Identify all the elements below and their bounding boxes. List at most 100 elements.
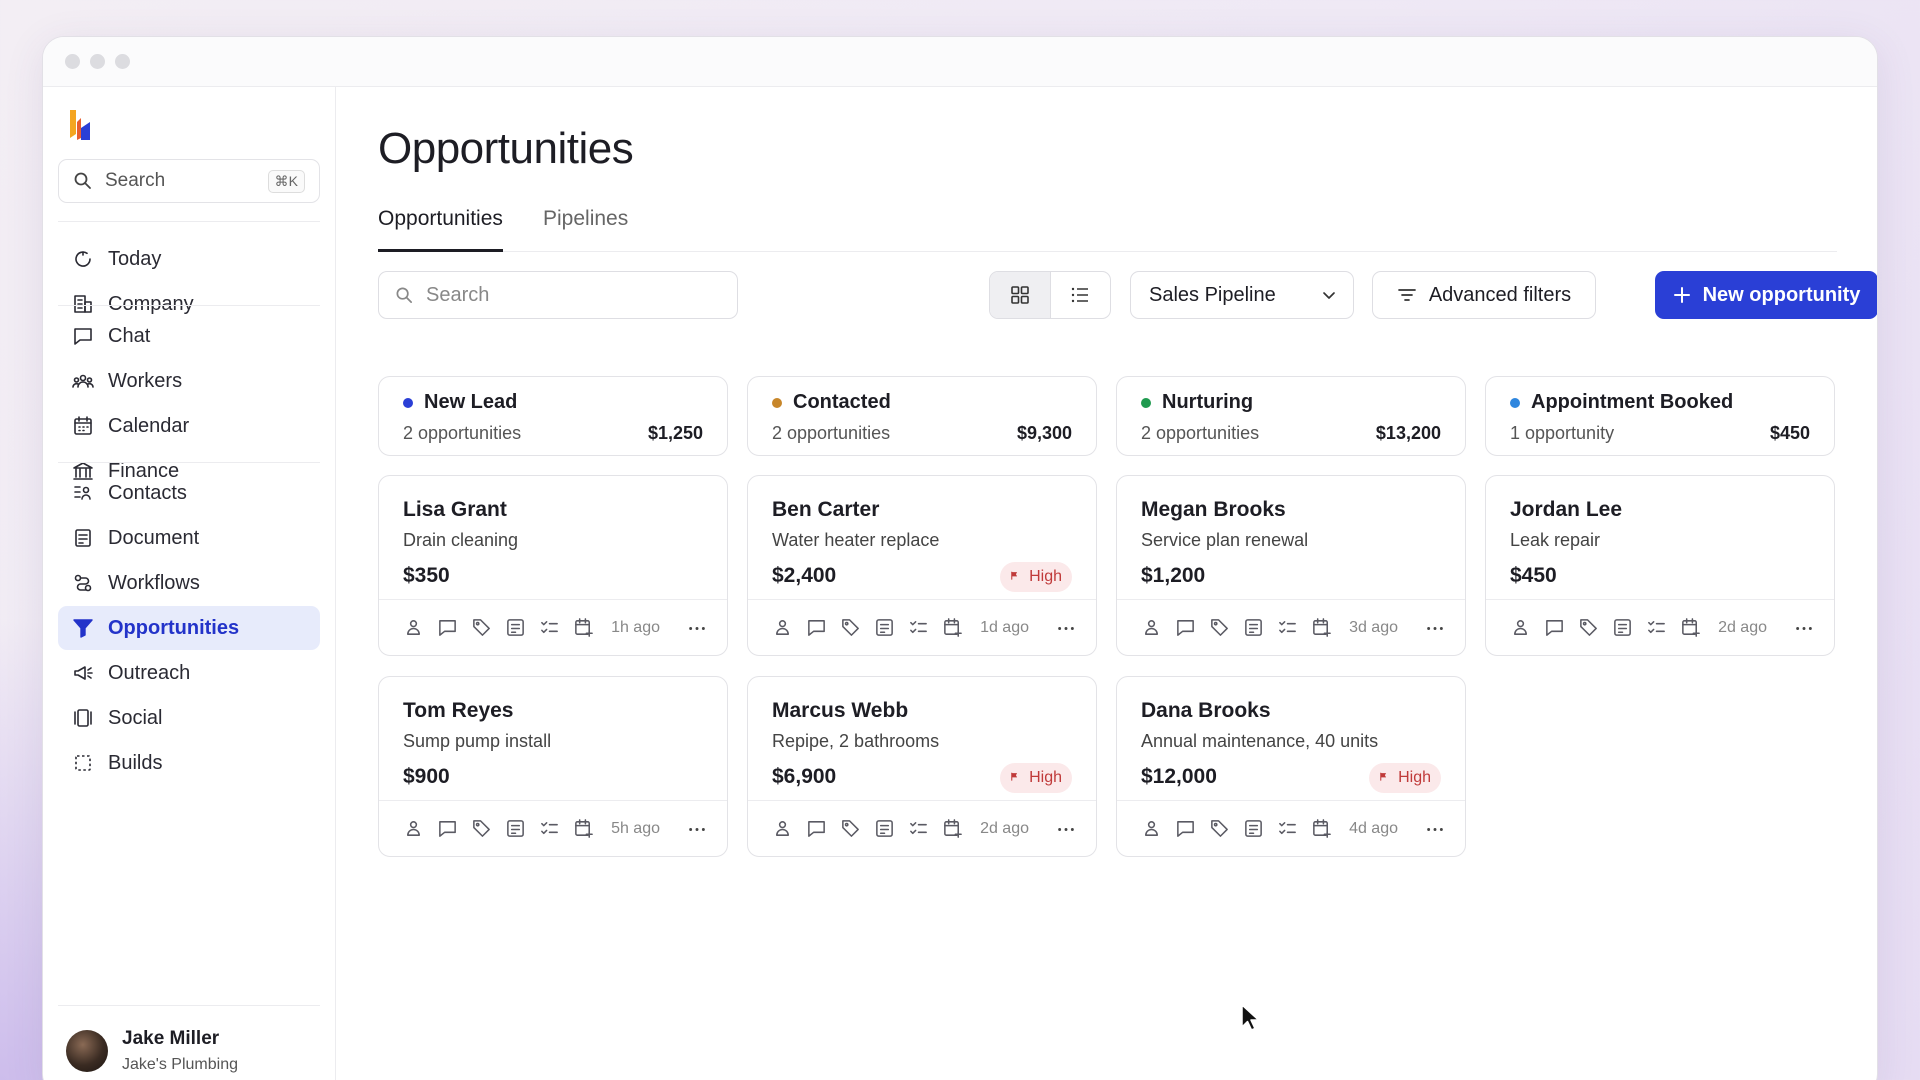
opportunity-card[interactable]: Lisa Grant Drain cleaning $350 1h ago	[378, 475, 728, 656]
checklist-action-button[interactable]	[1277, 818, 1298, 839]
person-action-button[interactable]	[1510, 617, 1531, 638]
advanced-filters-button[interactable]: Advanced filters	[1372, 271, 1596, 319]
sidebar-item-document[interactable]: Document	[58, 516, 320, 560]
note-action-button[interactable]	[1243, 617, 1264, 638]
person-action-button[interactable]	[1141, 617, 1162, 638]
stage-header-contacted[interactable]: Contacted 2 opportunities $9,300	[747, 376, 1097, 456]
card-timestamp: 5h ago	[611, 819, 660, 837]
comment-action-button[interactable]	[1175, 617, 1196, 638]
calendar-add-icon	[1682, 618, 1700, 637]
pipeline-select-value: Sales Pipeline	[1149, 283, 1276, 306]
grid-view-button[interactable]	[990, 272, 1051, 318]
opportunity-card[interactable]: Megan Brooks Service plan renewal $1,200 3d…	[1116, 475, 1466, 656]
comment-action-button[interactable]	[806, 617, 827, 638]
stage-header-nurturing[interactable]: Nurturing 2 opportunities $13,200	[1116, 376, 1466, 456]
stage-total: $450	[1769, 423, 1810, 443]
sidebar-item-workflows[interactable]: Workflows	[58, 561, 320, 605]
tab-opportunities[interactable]: Opportunities	[378, 207, 503, 252]
note-action-button[interactable]	[505, 617, 526, 638]
person-action-button[interactable]	[403, 617, 424, 638]
sidebar-item-contacts[interactable]: Contacts	[58, 471, 320, 515]
checklist-action-button[interactable]	[539, 617, 560, 638]
card-more-button[interactable]	[687, 618, 707, 638]
window-minimize-dot[interactable]	[90, 54, 105, 69]
comment-action-button[interactable]	[806, 818, 827, 839]
card-more-button[interactable]	[687, 819, 707, 839]
sidebar-item-outreach[interactable]: Outreach	[58, 651, 320, 695]
checklist-action-button[interactable]	[908, 617, 929, 638]
list-view-button[interactable]	[1051, 272, 1111, 318]
tab-pipelines[interactable]: Pipelines	[543, 207, 628, 252]
card-more-button[interactable]	[1425, 618, 1445, 638]
sidebar-item-calendar[interactable]: Calendar	[58, 404, 320, 448]
tag-action-button[interactable]	[1578, 617, 1599, 638]
tag-action-button[interactable]	[471, 818, 492, 839]
comment-action-button[interactable]	[437, 818, 458, 839]
avatar[interactable]	[66, 1029, 108, 1072]
card-actions: 3d ago	[1117, 599, 1465, 655]
new-opportunity-button[interactable]: New opportunity	[1655, 271, 1877, 319]
note-action-button[interactable]	[874, 818, 895, 839]
opportunity-card[interactable]: Marcus Webb Repipe, 2 bathrooms $6,900 High…	[747, 676, 1097, 857]
card-contact-name[interactable]: Jordan Lee	[1510, 498, 1622, 522]
note-action-button[interactable]	[1243, 818, 1264, 839]
card-more-button[interactable]	[1056, 819, 1076, 839]
checklist-action-button[interactable]	[539, 818, 560, 839]
window-close-dot[interactable]	[65, 54, 80, 69]
checklist-action-button[interactable]	[1277, 617, 1298, 638]
card-contact-name[interactable]: Tom Reyes	[403, 699, 514, 723]
opportunity-search-input[interactable]: Search	[378, 271, 738, 319]
calendar-add-action-button[interactable]	[1311, 818, 1332, 839]
funnel-icon	[73, 619, 93, 638]
tag-action-button[interactable]	[1209, 617, 1230, 638]
note-action-button[interactable]	[874, 617, 895, 638]
tag-action-button[interactable]	[471, 617, 492, 638]
tag-action-button[interactable]	[840, 617, 861, 638]
stage-header-new-lead[interactable]: New Lead 2 opportunities $1,250	[378, 376, 728, 456]
opportunity-card[interactable]: Jordan Lee Leak repair $450 2d ago	[1485, 475, 1835, 656]
opportunity-card[interactable]: Ben Carter Water heater replace $2,400 High…	[747, 475, 1097, 656]
card-contact-name[interactable]: Ben Carter	[772, 498, 879, 522]
card-contact-name[interactable]: Lisa Grant	[403, 498, 507, 522]
card-contact-name[interactable]: Marcus Webb	[772, 699, 908, 723]
sidebar-item-builds[interactable]: Builds	[58, 741, 320, 785]
card-more-button[interactable]	[1056, 618, 1076, 638]
app-logo[interactable]	[67, 108, 93, 142]
tag-action-button[interactable]	[1209, 818, 1230, 839]
calendar-add-action-button[interactable]	[573, 818, 594, 839]
comment-action-button[interactable]	[1175, 818, 1196, 839]
calendar-add-action-button[interactable]	[1680, 617, 1701, 638]
comment-action-button[interactable]	[437, 617, 458, 638]
calendar-add-action-button[interactable]	[942, 617, 963, 638]
note-action-button[interactable]	[1612, 617, 1633, 638]
calendar-add-action-button[interactable]	[573, 617, 594, 638]
card-contact-name[interactable]: Dana Brooks	[1141, 699, 1271, 723]
person-action-button[interactable]	[772, 617, 793, 638]
user-profile[interactable]: Jake Miller Jake's Plumbing	[58, 1005, 320, 1080]
more-icon	[689, 827, 705, 831]
sidebar-item-opportunities[interactable]: Opportunities	[58, 606, 320, 650]
card-contact-name[interactable]: Megan Brooks	[1141, 498, 1286, 522]
calendar-add-action-button[interactable]	[942, 818, 963, 839]
checklist-action-button[interactable]	[1646, 617, 1667, 638]
window-maximize-dot[interactable]	[115, 54, 130, 69]
checklist-action-button[interactable]	[908, 818, 929, 839]
opportunity-card[interactable]: Dana Brooks Annual maintenance, 40 units $…	[1116, 676, 1466, 857]
stage-header-appointment-booked[interactable]: Appointment Booked 1 opportunity $450	[1485, 376, 1835, 456]
card-more-button[interactable]	[1425, 819, 1445, 839]
calendar-add-action-button[interactable]	[1311, 617, 1332, 638]
comment-action-button[interactable]	[1544, 617, 1565, 638]
sidebar-item-chat[interactable]: Chat	[58, 314, 320, 358]
person-action-button[interactable]	[1141, 818, 1162, 839]
tag-action-button[interactable]	[840, 818, 861, 839]
sidebar-item-social[interactable]: Social	[58, 696, 320, 740]
person-action-button[interactable]	[772, 818, 793, 839]
pipeline-select[interactable]: Sales Pipeline	[1130, 271, 1354, 319]
sidebar-search[interactable]: Search ⌘K	[58, 159, 320, 203]
sidebar-item-today[interactable]: Today	[58, 237, 320, 281]
card-more-button[interactable]	[1794, 618, 1814, 638]
opportunity-card[interactable]: Tom Reyes Sump pump install $900 5h ago	[378, 676, 728, 857]
person-action-button[interactable]	[403, 818, 424, 839]
note-action-button[interactable]	[505, 818, 526, 839]
sidebar-item-workers[interactable]: Workers	[58, 359, 320, 403]
